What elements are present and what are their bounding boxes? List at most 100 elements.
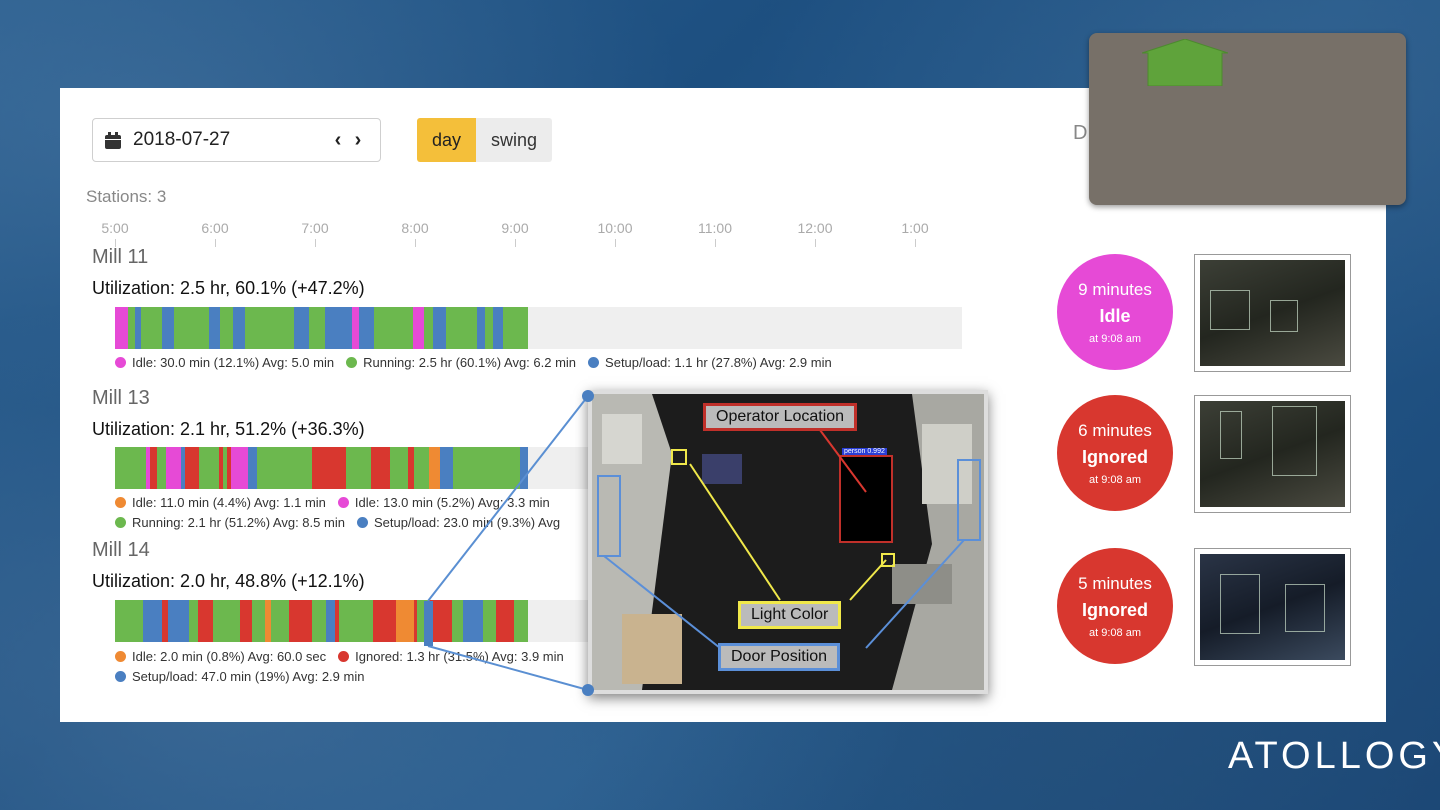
- legend-item: Running: 2.5 hr (60.1%) Avg: 6.2 min: [346, 355, 576, 370]
- time-axis-tick: 11:00: [698, 220, 732, 236]
- legend-dot: [115, 651, 126, 662]
- alert-status: Ignored: [1082, 446, 1148, 467]
- timeline-segment: [325, 307, 340, 349]
- timeline-segment: [521, 600, 528, 642]
- alert-badge[interactable]: 9 minutes Idle at 9:08 am: [1057, 254, 1173, 370]
- alert-badge[interactable]: 5 minutes Ignored at 9:08 am: [1057, 548, 1173, 664]
- timeline-segment: [271, 600, 289, 642]
- prev-day-button[interactable]: ‹: [328, 130, 348, 150]
- timeline-segment: [359, 307, 374, 349]
- tick-mark: [815, 239, 816, 247]
- timeline-segment: [339, 600, 357, 642]
- timeline-segment: [115, 600, 130, 642]
- detection-label: person 0.992: [842, 448, 887, 455]
- timeline-segment: [294, 307, 309, 349]
- alert-duration: 6 minutes: [1078, 420, 1152, 440]
- date-picker[interactable]: 2018-07-27 ‹ ›: [92, 118, 381, 162]
- legend-item: Setup/load: 47.0 min (19%) Avg: 2.9 min: [115, 669, 364, 684]
- timeline-segment: [162, 307, 174, 349]
- timeline-segment: [326, 600, 335, 642]
- mill-name: Mill 14: [92, 539, 150, 561]
- legend-item: Setup/load: 23.0 min (9.3%) Avg: [356, 515, 561, 530]
- timeline-segment: [432, 600, 442, 642]
- timeline-segment: [463, 600, 476, 642]
- timeline-segment: [274, 447, 285, 489]
- timeline-segment: [157, 447, 166, 489]
- timeline-segment: [407, 307, 413, 349]
- time-axis: 5:00 6:00 7:00 8:00 9:00 10:00 11:00 12:00 1:00: [60, 220, 1020, 247]
- legend-dot: [115, 671, 126, 682]
- shift-swing-button[interactable]: swing: [476, 118, 553, 162]
- legend-text: Ignored: 1.3 hr (31.5%) Avg: 3.9 min: [355, 649, 564, 664]
- alert-duration: 9 minutes: [1078, 279, 1152, 299]
- utilization-text: Utilization: 2.1 hr, 51.2% (+36.3%): [92, 419, 365, 439]
- timeline-segment: [306, 447, 312, 489]
- door-position-label: Door Position: [718, 643, 841, 671]
- tick-mark: [515, 239, 516, 247]
- legend-dot: [115, 517, 126, 528]
- timeline-segment: [468, 447, 485, 489]
- timeline-segment: [390, 447, 404, 489]
- camera-thumbnail[interactable]: [1194, 395, 1351, 513]
- utilization-text: Utilization: 2.5 hr, 60.1% (+47.2%): [92, 278, 365, 298]
- legend-row: Setup/load: 47.0 min (19%) Avg: 2.9 min: [115, 669, 576, 684]
- timeline-segment: [352, 307, 359, 349]
- timeline-segment: [387, 307, 401, 349]
- mill-11-timeline[interactable]: [115, 307, 962, 349]
- timeline-segment: [485, 447, 501, 489]
- operator-location-label: Operator Location: [703, 403, 858, 431]
- timeline-segment: [168, 600, 176, 642]
- timeline-segment: [147, 307, 162, 349]
- timeline-segment: [295, 600, 312, 642]
- alert-time: at 9:08 am: [1089, 332, 1141, 345]
- legend-row: Running: 2.1 hr (51.2%) Avg: 8.5 min Setu…: [115, 515, 572, 530]
- alert-badge[interactable]: 6 minutes Ignored at 9:08 am: [1057, 395, 1173, 511]
- legend-row: Idle: 2.0 min (0.8%) Avg: 60.0 sec Ignore…: [115, 649, 576, 664]
- timeline-segment: [520, 447, 528, 489]
- timeline-segment: [207, 447, 219, 489]
- timeline-segment: [115, 307, 128, 349]
- timeline-segment: [477, 307, 485, 349]
- timeline-segment: [354, 447, 371, 489]
- legend-text: Setup/load: 23.0 min (9.3%) Avg: [373, 515, 561, 530]
- timeline-segment: [147, 600, 162, 642]
- timeline-segment: [396, 600, 414, 642]
- timeline-segment: [485, 307, 493, 349]
- timeline-segment: [391, 600, 396, 642]
- timeline-segment: [515, 307, 519, 349]
- tick-mark: [615, 239, 616, 247]
- timeline-segment: [252, 600, 261, 642]
- legend-dot: [115, 357, 126, 368]
- legend-text: Running: 2.1 hr (51.2%) Avg: 8.5 min: [132, 515, 345, 530]
- alert-duration: 5 minutes: [1078, 573, 1152, 593]
- timeline-segment: [433, 307, 446, 349]
- tick-mark: [915, 239, 916, 247]
- timeline-segment: [278, 307, 294, 349]
- timeline-segment: [312, 447, 330, 489]
- timeline-segment: [414, 600, 417, 642]
- time-axis-tick: 1:00: [901, 220, 929, 236]
- calendar-icon: [105, 131, 121, 149]
- timeline-segment: [115, 447, 129, 489]
- timeline-segment: [401, 307, 407, 349]
- timeline-segment: [223, 447, 227, 489]
- timeline-segment: [248, 447, 257, 489]
- utilization-text: Utilization: 2.0 hr, 48.8% (+12.1%): [92, 571, 365, 591]
- camera-thumbnail[interactable]: [1194, 548, 1351, 666]
- next-day-button[interactable]: ›: [348, 130, 368, 150]
- shift-day-button[interactable]: day: [417, 118, 477, 162]
- legend-item: Setup/load: 1.1 hr (27.8%) Avg: 2.9 min: [588, 355, 832, 370]
- timeline-segment: [129, 447, 146, 489]
- timeline-segment: [213, 600, 228, 642]
- timeline-segment: [442, 600, 452, 642]
- time-axis-tick: 6:00: [201, 220, 229, 236]
- legend-dot: [337, 497, 349, 508]
- home-icon[interactable]: [1142, 39, 1228, 86]
- alert-status: Idle: [1099, 305, 1131, 326]
- camera-thumbnail[interactable]: [1194, 254, 1351, 372]
- timeline-segment: [514, 600, 521, 642]
- cut-off-text: D: [1073, 122, 1088, 144]
- legend-item: Idle: 2.0 min (0.8%) Avg: 60.0 sec: [115, 649, 326, 664]
- legend-dot: [356, 517, 368, 528]
- timeline-segment: [174, 307, 192, 349]
